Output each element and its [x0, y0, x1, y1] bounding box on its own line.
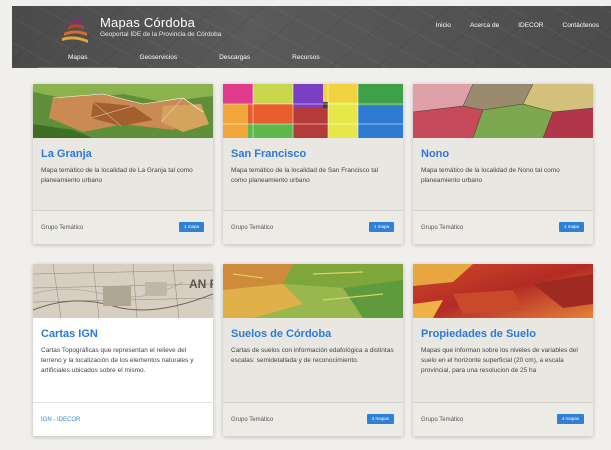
svg-text:AN F: AN F [189, 277, 213, 291]
nav-idecor[interactable]: IDECOR [518, 22, 543, 29]
card-group: Grupo Temático [41, 225, 84, 231]
card-description: Cartas de suelos con información edafoló… [231, 347, 394, 364]
tab-recursos[interactable]: Recursos [276, 54, 335, 67]
site-title[interactable]: Mapas Córdoba [100, 15, 195, 30]
nav-inicio[interactable]: Inicio [436, 22, 451, 29]
card-footer: Grupo Temático 4 mapas [413, 402, 593, 436]
maps-count-button[interactable]: 1 mapa [368, 222, 394, 232]
card-propiedades-de-suelo[interactable]: Propiedades de Suelo Mapas que informan … [413, 264, 593, 436]
card-la-granja[interactable]: La Granja Mapa temático de la localidad … [33, 84, 213, 244]
maps-count-button[interactable]: 1 mapa [558, 222, 584, 232]
card-thumbnail[interactable] [413, 264, 593, 318]
main-tabs: Mapas Geoservicios Descargas Recursos [38, 54, 336, 68]
site-subtitle: Geoportal IDE de la Provincia de Córdoba [100, 31, 222, 38]
card-suelos-de-cordoba[interactable]: Suelos de Córdoba Cartas de suelos con i… [223, 264, 403, 436]
card-group: Grupo Temático [421, 417, 464, 423]
top-nav: Inicio Acerca de IDECOR Contáctenos [436, 22, 599, 29]
card-thumbnail[interactable] [413, 84, 593, 138]
ign-idecor-link[interactable]: IGN - IDECOR [41, 417, 80, 423]
card-group: Grupo Temático [421, 225, 464, 231]
maps-count-button[interactable]: 3 mapas [366, 414, 394, 424]
card-title[interactable]: San Francisco [231, 148, 395, 160]
card-footer: Grupo Temático 1 mapa [33, 210, 213, 244]
card-thumbnail[interactable]: AN F [33, 264, 213, 318]
maps-count-button[interactable]: 4 mapas [556, 414, 584, 424]
card-thumbnail[interactable] [223, 264, 403, 318]
card-description: Mapa temático de la localidad de Nono ta… [421, 167, 560, 184]
card-footer: Grupo Temático 1 mapa [413, 210, 593, 244]
tab-mapas[interactable]: Mapas [38, 54, 117, 68]
card-footer: Grupo Temático 3 mapas [223, 402, 403, 436]
tab-descargas[interactable]: Descargas [203, 54, 266, 67]
card-title[interactable]: Cartas IGN [41, 328, 205, 340]
card-footer: IGN - IDECOR [33, 402, 213, 436]
card-san-francisco[interactable]: San Francisco Mapa temático de la locali… [223, 84, 403, 244]
card-cartas-ign[interactable]: AN F Cartas IGN Cartas Topográficas que … [33, 264, 213, 436]
card-thumbnail[interactable] [33, 84, 213, 138]
site-header: Mapas Córdoba Geoportal IDE de la Provin… [12, 6, 611, 68]
card-footer: Grupo Temático 1 mapa [223, 210, 403, 244]
nav-contactenos[interactable]: Contáctenos [563, 22, 600, 29]
card-title[interactable]: Propiedades de Suelo [421, 328, 585, 340]
card-description: Mapa temático de la localidad de La Gran… [41, 167, 193, 184]
card-group: Grupo Temático [231, 417, 274, 423]
tab-geoservicios[interactable]: Geoservicios [124, 54, 194, 67]
card-description: Cartas Topográficas que representan el r… [41, 347, 194, 374]
nav-acerca-de[interactable]: Acerca de [470, 22, 499, 29]
card-description: Mapas que informan sobre los niveles de … [421, 347, 578, 374]
card-title[interactable]: Suelos de Córdoba [231, 328, 395, 340]
card-title[interactable]: Nono [421, 148, 585, 160]
maps-count-button[interactable]: 1 mapa [178, 222, 204, 232]
mapas-cordoba-logo[interactable] [60, 16, 90, 46]
card-thumbnail[interactable] [223, 84, 403, 138]
card-title[interactable]: La Granja [41, 148, 205, 160]
card-group: Grupo Temático [231, 225, 274, 231]
card-description: Mapa temático de la localidad de San Fra… [231, 167, 379, 184]
card-nono[interactable]: Nono Mapa temático de la localidad de No… [413, 84, 593, 244]
